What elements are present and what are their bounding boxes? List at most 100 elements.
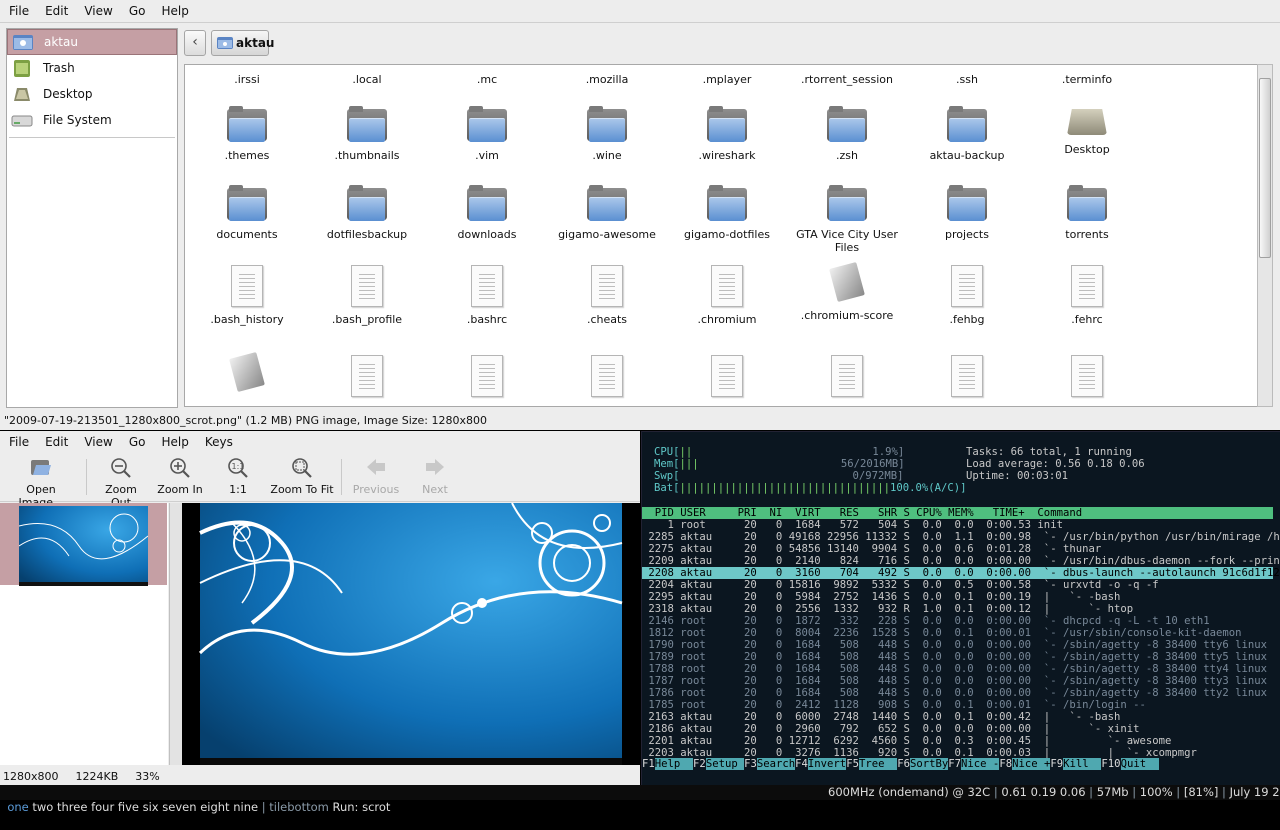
file-item[interactable]: .wireshark [667,106,787,162]
process-row[interactable]: 2209 aktau 20 0 2140 824 716 S 0.0 0.0 0… [642,555,1280,567]
function-key[interactable]: F2 [693,758,706,770]
menu-edit[interactable]: Edit [37,435,76,449]
function-key-label[interactable]: Nice - [961,758,1000,770]
menu-file[interactable]: File [0,435,37,449]
function-key[interactable]: F3 [744,758,757,770]
zoom-in-button[interactable]: Zoom In [156,457,204,496]
tag-nine[interactable]: nine [233,800,258,814]
menu-help[interactable]: Help [153,4,196,18]
file-item[interactable]: .bashrc [427,265,547,326]
file-item[interactable] [667,355,787,397]
file-item[interactable]: .vim [427,106,547,162]
function-key-label[interactable]: SortBy [910,758,949,770]
function-key-label[interactable]: Search [756,758,796,770]
function-key-label[interactable]: Invert [807,758,847,770]
file-item[interactable] [787,355,907,397]
thumbnail-scrollbar[interactable] [169,503,182,765]
file-item[interactable]: .themes [187,106,307,162]
scrollbar-thumb[interactable] [1259,78,1271,258]
process-row[interactable]: 2208 aktau 20 0 3160 704 492 S 0.0 0.0 0… [642,567,1280,579]
previous-button[interactable]: Previous [348,457,404,496]
location-button-aktau[interactable]: aktau [211,30,274,56]
menu-go[interactable]: Go [121,4,154,18]
menu-file[interactable]: File [0,4,37,18]
sidebar-item-file-system[interactable]: File System [7,107,177,133]
file-item[interactable]: .mc [427,73,547,86]
function-key[interactable]: F10 [1101,758,1120,770]
menu-edit[interactable]: Edit [37,4,76,18]
file-item[interactable]: gigamo-dotfiles [667,185,787,241]
run-prompt[interactable]: Run: scrot [333,800,391,814]
thumbnail-image[interactable] [18,506,149,586]
file-item[interactable]: aktau-backup [907,106,1027,162]
process-row[interactable]: 2186 aktau 20 0 2960 792 652 S 0.0 0.0 0… [642,723,1139,735]
tag-two[interactable]: two [32,800,53,814]
menu-keys[interactable]: Keys [197,435,241,449]
function-key[interactable]: F9 [1050,758,1063,770]
process-row[interactable]: 2318 aktau 20 0 2556 1332 932 R 1.0 0.1 … [642,603,1133,615]
file-item[interactable]: .bash_profile [307,265,427,326]
file-item[interactable]: projects [907,185,1027,241]
function-key[interactable]: F1 [642,758,655,770]
file-item[interactable]: .bash_history [187,265,307,326]
file-item[interactable]: .mozilla [547,73,667,86]
file-item[interactable]: .zsh [787,106,907,162]
file-item[interactable]: .wine [547,106,667,162]
function-key[interactable]: F5 [846,758,859,770]
function-key[interactable]: F4 [795,758,808,770]
file-item[interactable] [427,355,547,397]
menu-view[interactable]: View [76,435,120,449]
file-item[interactable] [187,351,307,393]
tag-eight[interactable]: eight [200,800,229,814]
zoom-1-1-button[interactable]: 1:1 1:1 [218,457,258,496]
menu-help[interactable]: Help [153,435,196,449]
function-key[interactable]: F8 [999,758,1012,770]
menu-view[interactable]: View [76,4,120,18]
file-item[interactable]: documents [187,185,307,241]
file-item[interactable]: .fehrc [1027,265,1147,326]
process-row[interactable]: 1787 root 20 0 1684 508 448 S 0.0 0.0 0:… [642,675,1267,687]
process-row[interactable]: 1 root 20 0 1684 572 504 S 0.0 0.0 0:00.… [642,519,1063,531]
file-item[interactable] [907,355,1027,397]
function-key-label[interactable]: Setup [705,758,745,770]
process-row[interactable]: 1786 root 20 0 1684 508 448 S 0.0 0.0 0:… [642,687,1267,699]
layout-indicator[interactable]: tilebottom [269,800,329,814]
process-table-header[interactable]: PID USER PRI NI VIRT RES SHR S CPU% MEM%… [642,507,1273,519]
file-item[interactable]: .fehbg [907,265,1027,326]
file-item[interactable]: .thumbnails [307,106,427,162]
file-item[interactable]: .chromium [667,265,787,326]
file-item[interactable]: dotfilesbackup [307,185,427,241]
function-key-label[interactable]: Help [654,758,694,770]
menu-go[interactable]: Go [121,435,154,449]
zoom-to-fit-button[interactable]: Zoom To Fit [270,457,334,496]
function-key-label[interactable]: Nice + [1012,758,1051,770]
file-item[interactable]: torrents [1027,185,1147,241]
zoom-out-button[interactable]: Zoom Out [94,457,148,509]
process-row[interactable]: 2146 root 20 0 1872 332 228 S 0.0 0.0 0:… [642,615,1209,627]
file-item[interactable]: downloads [427,185,547,241]
tag-seven[interactable]: seven [162,800,196,814]
file-item[interactable]: .irssi [187,73,307,86]
process-row[interactable]: 2295 aktau 20 0 5984 2752 1436 S 0.0 0.1… [642,591,1120,603]
file-item[interactable]: .terminfo [1027,73,1147,86]
function-key-label[interactable]: Kill [1063,758,1102,770]
tag-four[interactable]: four [91,800,114,814]
file-item[interactable]: .chromium-score [787,261,907,322]
file-item[interactable] [307,355,427,397]
tag-three[interactable]: three [57,800,87,814]
file-item[interactable]: Desktop [1027,109,1147,156]
process-row[interactable]: 1790 root 20 0 1684 508 448 S 0.0 0.0 0:… [642,639,1267,651]
process-row[interactable]: 2285 aktau 20 0 49168 22956 11332 S 0.0 … [642,531,1280,543]
next-button[interactable]: Next [414,457,456,496]
function-key[interactable]: F7 [948,758,961,770]
process-row[interactable]: 1812 root 20 0 8004 2236 1528 S 0.0 0.1 … [642,627,1241,639]
file-item[interactable] [1027,355,1147,397]
function-key-label[interactable]: Quit [1120,758,1159,770]
sidebar-item-trash[interactable]: Trash [7,55,177,81]
file-item[interactable]: GTA Vice City User Files [787,185,907,254]
tag-six[interactable]: six [143,800,159,814]
file-item[interactable]: gigamo-awesome [547,185,667,241]
file-item[interactable]: .cheats [547,265,667,326]
process-row[interactable]: 1788 root 20 0 1684 508 448 S 0.0 0.0 0:… [642,663,1267,675]
file-item[interactable]: .rtorrent_session [787,73,907,86]
